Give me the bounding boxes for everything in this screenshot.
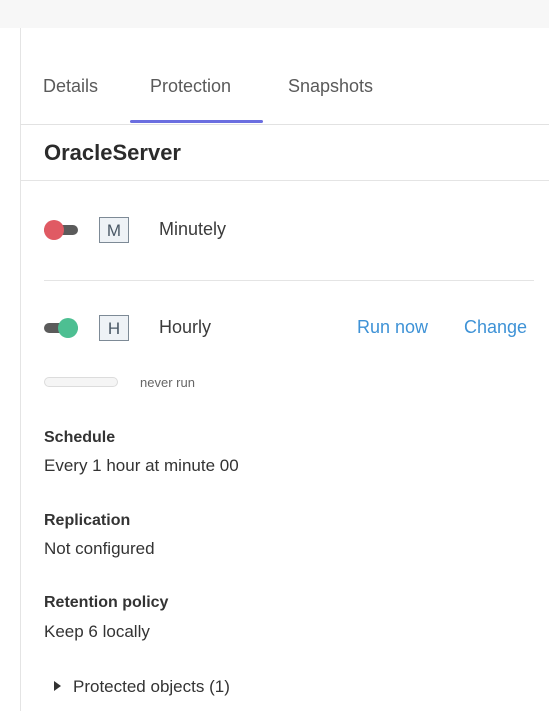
retention-label: Retention policy bbox=[44, 594, 169, 611]
tab-snapshots[interactable]: Snapshots bbox=[288, 76, 373, 97]
hourly-label: Hourly bbox=[159, 317, 212, 337]
hourly-badge: H bbox=[99, 315, 129, 341]
toggle-knob bbox=[58, 318, 78, 338]
run-status-text: never run bbox=[140, 375, 195, 390]
caret-right-icon bbox=[54, 681, 61, 691]
protected-objects-label: Protected objects (1) bbox=[73, 677, 230, 696]
top-bar bbox=[0, 0, 549, 28]
schedule-value: Every 1 hour at minute 00 bbox=[44, 456, 239, 475]
run-progress-bar bbox=[44, 377, 118, 387]
retention-value: Keep 6 locally bbox=[44, 622, 150, 641]
protected-objects-toggle[interactable]: Protected objects (1) bbox=[54, 677, 230, 697]
active-tab-indicator bbox=[130, 120, 263, 123]
toggle-knob bbox=[44, 220, 64, 240]
replication-value: Not configured bbox=[44, 539, 155, 558]
minutely-label: Minutely bbox=[159, 219, 227, 239]
tab-protection[interactable]: Protection bbox=[150, 76, 231, 97]
hourly-toggle[interactable] bbox=[44, 318, 80, 338]
minutely-toggle[interactable] bbox=[44, 220, 80, 240]
schedule-label: Schedule bbox=[44, 429, 116, 446]
divider bbox=[20, 180, 549, 181]
change-link[interactable]: Change bbox=[464, 317, 527, 338]
replication-label: Replication bbox=[44, 512, 131, 529]
divider bbox=[44, 280, 534, 281]
tab-bar: Details Protection Snapshots bbox=[20, 28, 549, 125]
page-title: OracleServer bbox=[44, 140, 181, 165]
minutely-badge: M bbox=[99, 217, 129, 243]
panel-border bbox=[20, 28, 21, 711]
tab-details[interactable]: Details bbox=[43, 76, 98, 97]
schedule-row-hourly: H Hourly Run now Change bbox=[44, 314, 549, 344]
schedule-row-minutely: M Minutely bbox=[44, 216, 549, 246]
run-now-link[interactable]: Run now bbox=[357, 317, 428, 338]
